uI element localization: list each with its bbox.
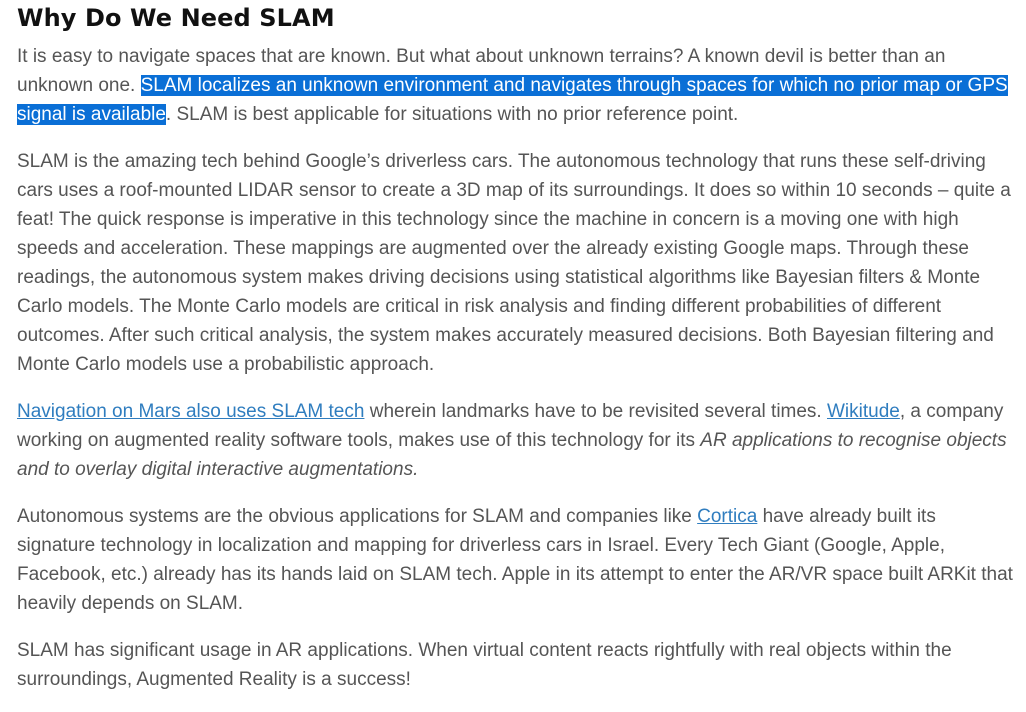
intro-text-end: . SLAM is best applicable for situations… bbox=[165, 104, 739, 125]
paragraph-intro: It is easy to navigate spaces that are k… bbox=[17, 42, 1017, 129]
mars-text: wherein landmarks have to be revisited s… bbox=[364, 401, 827, 422]
link-wikitude[interactable]: Wikitude bbox=[827, 401, 900, 422]
paragraph-mars-navigation: Navigation on Mars also uses SLAM tech w… bbox=[17, 397, 1017, 484]
article-body: Why Do We Need SLAM It is easy to naviga… bbox=[17, 0, 1017, 712]
link-cortica[interactable]: Cortica bbox=[697, 506, 757, 527]
section-heading: Why Do We Need SLAM bbox=[17, 4, 335, 32]
paragraph-google-cars: SLAM is the amazing tech behind Google’s… bbox=[17, 151, 1011, 375]
paragraph-autonomous-systems: Autonomous systems are the obvious appli… bbox=[17, 502, 1017, 618]
autonomous-text: Autonomous systems are the obvious appli… bbox=[17, 506, 698, 527]
link-mars-slam[interactable]: Navigation on Mars also uses SLAM tech bbox=[17, 401, 364, 422]
paragraph-ar-usage: SLAM has significant usage in AR applica… bbox=[17, 640, 952, 690]
